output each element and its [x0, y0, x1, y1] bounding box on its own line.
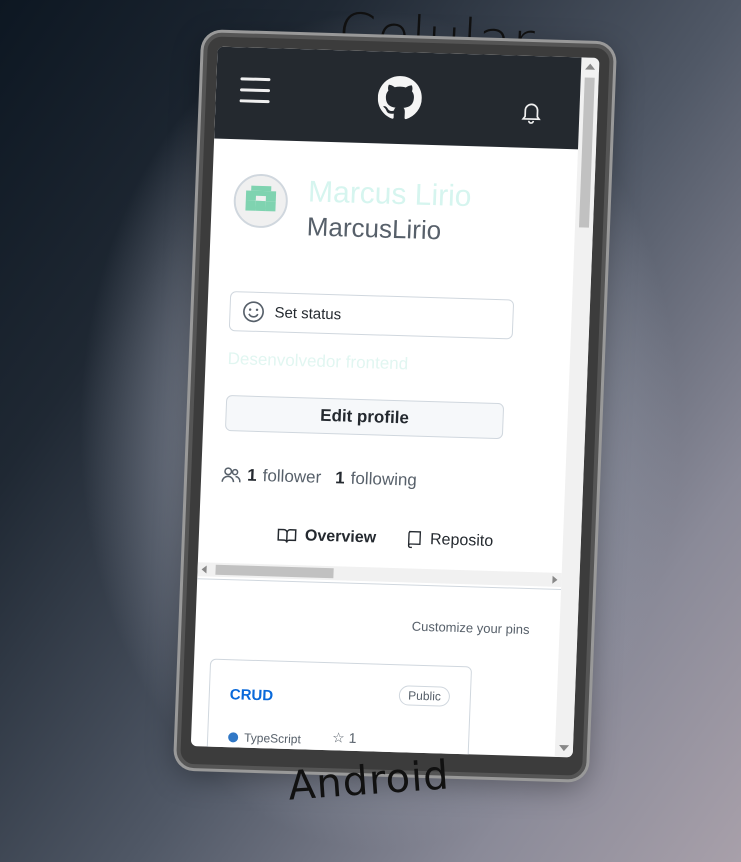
set-status-label: Set status [274, 303, 342, 323]
visibility-badge: Public [398, 685, 451, 707]
profile-tabs: Overview Reposito [277, 527, 494, 551]
avatar[interactable] [232, 173, 289, 229]
smiley-icon [243, 301, 264, 323]
profile-username: MarcusLirio [306, 211, 442, 246]
language-color-dot [227, 732, 239, 743]
tab-overview-label: Overview [304, 527, 377, 547]
customize-pins-link[interactable]: Customize your pins [411, 619, 529, 637]
repo-icon [408, 530, 422, 549]
profile-full-name: Marcus Lirio [307, 175, 473, 214]
repo-language: TypeScript [227, 730, 302, 747]
profile-bio: Desenvolvedor frontend [227, 349, 409, 374]
following-count[interactable]: 1 [335, 468, 345, 488]
header [214, 46, 600, 150]
following-link[interactable]: following [350, 469, 417, 491]
profile-content: Marcus Lirio MarcusLirio Set status Dese… [191, 139, 578, 758]
edit-profile-button[interactable]: Edit profile [224, 394, 505, 440]
star-icon: ☆ [331, 729, 346, 746]
set-status-button[interactable]: Set status [228, 291, 515, 340]
repo-name-link[interactable]: CRUD [229, 686, 273, 704]
phone-frame: Marcus Lirio MarcusLirio Set status Dese… [175, 32, 615, 780]
phone-screen: Marcus Lirio MarcusLirio Set status Dese… [190, 46, 600, 758]
people-icon [221, 467, 241, 483]
language-label: TypeScript [243, 730, 302, 747]
followers-link[interactable]: follower [262, 466, 321, 488]
github-logo-icon[interactable] [377, 75, 423, 120]
tab-overview[interactable]: Overview [277, 527, 377, 548]
bell-icon[interactable] [521, 102, 542, 125]
pinned-repo-card: CRUD Public TypeScript ☆ 1 [205, 658, 473, 758]
followers-count[interactable]: 1 [247, 466, 257, 486]
tab-repositories[interactable]: Reposito [406, 530, 494, 551]
tab-repositories-label: Reposito [429, 531, 494, 550]
star-count: 1 [348, 729, 357, 746]
menu-icon[interactable] [239, 77, 271, 111]
repo-stars[interactable]: ☆ 1 [332, 729, 357, 747]
follow-stats: 1 follower 1 following [221, 465, 417, 491]
book-icon [277, 528, 297, 543]
